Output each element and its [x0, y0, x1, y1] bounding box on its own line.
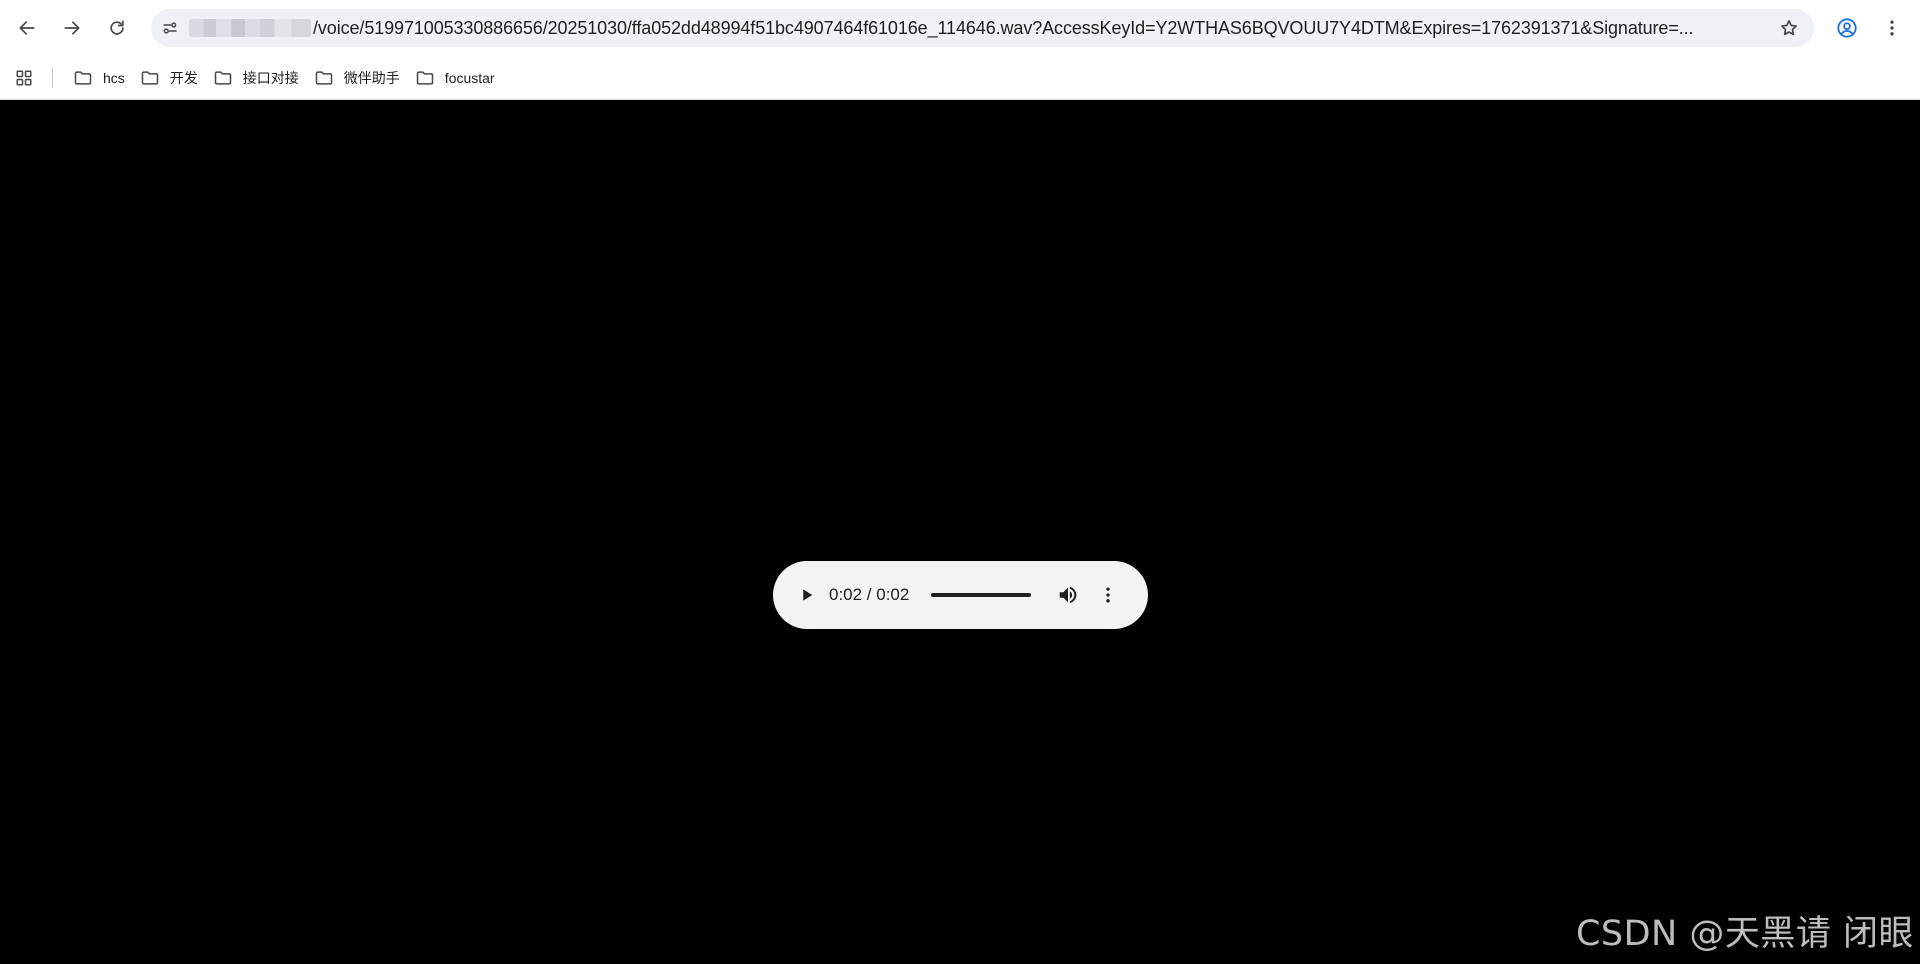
browser-toolbar: /voice/519971005330886656/20251030/ffa05…	[0, 0, 1920, 56]
bookmark-folder-dev[interactable]: 开发	[134, 63, 206, 93]
reload-button[interactable]	[99, 10, 135, 46]
url-host-redacted	[189, 19, 311, 37]
url-text[interactable]: /voice/519971005330886656/20251030/ffa05…	[313, 18, 1713, 39]
bookmark-star-button[interactable]	[1774, 13, 1804, 43]
play-icon	[803, 589, 813, 601]
more-vertical-icon	[1890, 20, 1894, 36]
bookmark-label: hcs	[103, 69, 125, 86]
bookmark-label: focustar	[444, 69, 495, 86]
folder-icon	[214, 70, 232, 85]
forward-button[interactable]	[54, 10, 90, 46]
time-display: 0:02 / 0:02	[829, 585, 910, 604]
progress-slider[interactable]	[931, 593, 1032, 597]
tune-icon	[163, 22, 177, 34]
more-options-button[interactable]	[1092, 579, 1124, 611]
csdn-watermark: CSDN @天黑请 闭眼	[1575, 914, 1914, 954]
site-info-button[interactable]	[155, 13, 185, 43]
play-button[interactable]	[791, 579, 823, 611]
reload-icon	[110, 20, 124, 35]
folder-icon	[416, 70, 434, 85]
folder-icon	[74, 70, 92, 85]
bookmarks-bar: hcs 开发 接口对接 微伴助手 focustar	[0, 56, 1920, 100]
browser-menu-button[interactable]	[1874, 10, 1910, 46]
apps-grid-icon	[16, 70, 32, 85]
bookmark-label: 开发	[169, 69, 198, 86]
bookmark-folder-hcs[interactable]: hcs	[67, 63, 133, 93]
arrow-left-icon	[19, 21, 35, 35]
apps-button[interactable]	[9, 63, 39, 93]
bookmark-folder-api[interactable]: 接口对接	[207, 63, 307, 93]
audio-player: 0:02 / 0:02	[773, 561, 1148, 629]
volume-icon	[1060, 586, 1077, 604]
bookmark-label: 接口对接	[242, 69, 299, 86]
bookmark-folder-assistant[interactable]: 微伴助手	[308, 63, 408, 93]
bookmark-label: 微伴助手	[343, 69, 400, 86]
account-circle-icon	[1837, 18, 1857, 38]
address-bar[interactable]: /voice/519971005330886656/20251030/ffa05…	[151, 9, 1814, 47]
bookmark-folder-focustar[interactable]: focustar	[409, 63, 503, 93]
folder-icon	[315, 70, 333, 85]
volume-button[interactable]	[1052, 579, 1084, 611]
media-viewer: 0:02 / 0:02	[0, 100, 1920, 964]
bookmarks-separator	[52, 67, 53, 88]
star-outline-icon	[1781, 20, 1797, 36]
back-button[interactable]	[9, 10, 45, 46]
folder-icon	[141, 70, 159, 85]
more-vertical-icon	[1106, 587, 1111, 603]
profile-button[interactable]	[1829, 10, 1865, 46]
arrow-right-icon	[64, 21, 80, 35]
